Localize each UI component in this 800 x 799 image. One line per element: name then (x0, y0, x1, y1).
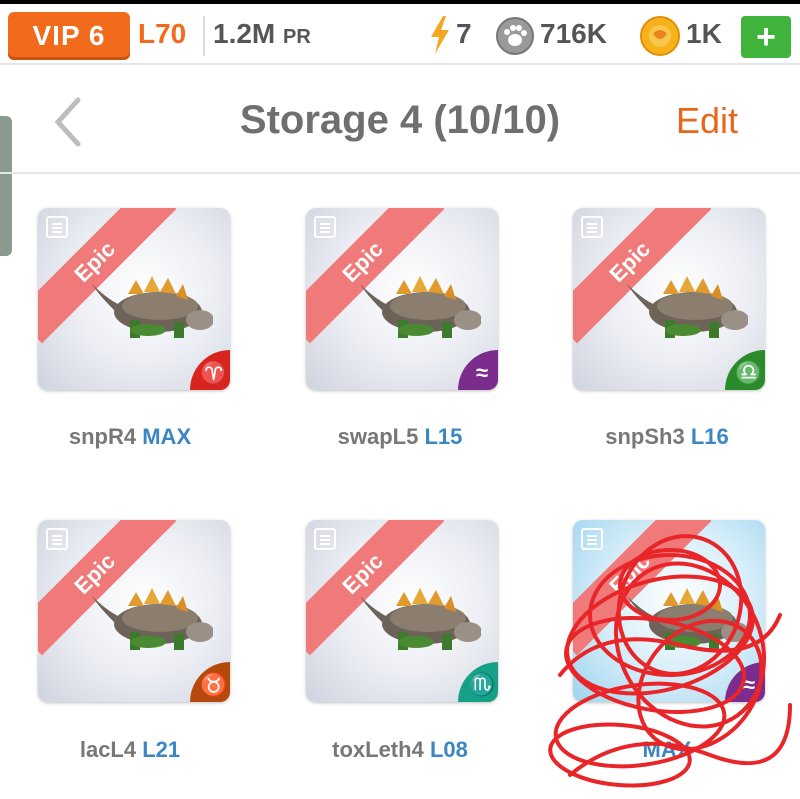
dragon-image (627, 276, 748, 338)
header-divider (0, 172, 800, 174)
dragon-name: swapL5 (337, 424, 419, 449)
zodiac-element-icon: ≈ (725, 662, 765, 702)
dragon-image (92, 588, 213, 650)
dragon-card[interactable]: Epic ≈ (573, 520, 765, 702)
status-divider-line (0, 63, 800, 65)
dragon-level: L21 (142, 737, 181, 762)
power-value: 1.2M (213, 18, 276, 49)
document-icon[interactable] (581, 528, 603, 550)
power-unit: PR (283, 26, 311, 48)
document-icon[interactable] (46, 528, 68, 550)
edit-button[interactable]: Edit (676, 100, 738, 142)
dragon-card[interactable]: Epic ≈ (306, 208, 498, 390)
zodiac-element-icon: ♏ (458, 662, 498, 702)
dragon-name: snpR4 (68, 424, 137, 449)
dragon-card[interactable]: Epic ♎ (573, 208, 765, 390)
dragon-caption: snpR4 MAX (0, 424, 260, 450)
player-level: L70 (138, 18, 187, 49)
dragon-level: L15 (424, 424, 463, 449)
status-divider (203, 16, 205, 56)
document-icon[interactable] (314, 528, 336, 550)
coin-count: 1K (686, 18, 722, 49)
dragon-name: snpSh3 (605, 424, 685, 449)
status-bar: VIP 6 L70 1.2M PR 7 716K 1K + (0, 4, 800, 62)
dragon-image (627, 588, 748, 650)
dragon-image (92, 276, 213, 338)
dragon-image (360, 276, 481, 338)
vip-badge[interactable]: VIP 6 (8, 12, 130, 60)
dragon-level: MAX (642, 737, 692, 762)
food-count: 716K (540, 18, 607, 49)
energy-count: 7 (456, 18, 472, 49)
dragon-name: toxLeth4 (332, 737, 424, 762)
dragon-caption: snpSh3 L16 (537, 424, 797, 450)
dragon-caption: swapL5 L15 (270, 424, 530, 450)
paw-icon (496, 17, 534, 55)
document-icon[interactable] (314, 216, 336, 238)
zodiac-element-icon: ≈ (458, 350, 498, 390)
zodiac-element-icon: ♈ (190, 350, 230, 390)
dragon-level: MAX (142, 424, 192, 449)
document-icon[interactable] (46, 216, 68, 238)
dragon-card[interactable]: Epic ♈ (38, 208, 230, 390)
lightning-bolt-icon (431, 16, 449, 54)
dragon-caption: MAX (537, 737, 797, 763)
dragon-level: L08 (429, 737, 468, 762)
add-currency-button[interactable]: + (741, 16, 791, 58)
dragon-card[interactable]: Epic ♏ (306, 520, 498, 702)
dragon-image (360, 588, 481, 650)
zodiac-element-icon: ♉ (190, 662, 230, 702)
coin-icon (640, 16, 680, 56)
dragon-caption: toxLeth4 L08 (270, 737, 530, 763)
dragon-caption: lacL4 L21 (0, 737, 260, 763)
zodiac-element-icon: ♎ (725, 350, 765, 390)
dragon-card[interactable]: Epic ♉ (38, 520, 230, 702)
document-icon[interactable] (581, 216, 603, 238)
power-rating: 1.2M PR (213, 18, 311, 50)
dragon-name: lacL4 (79, 737, 137, 762)
dragon-level: L16 (690, 424, 729, 449)
